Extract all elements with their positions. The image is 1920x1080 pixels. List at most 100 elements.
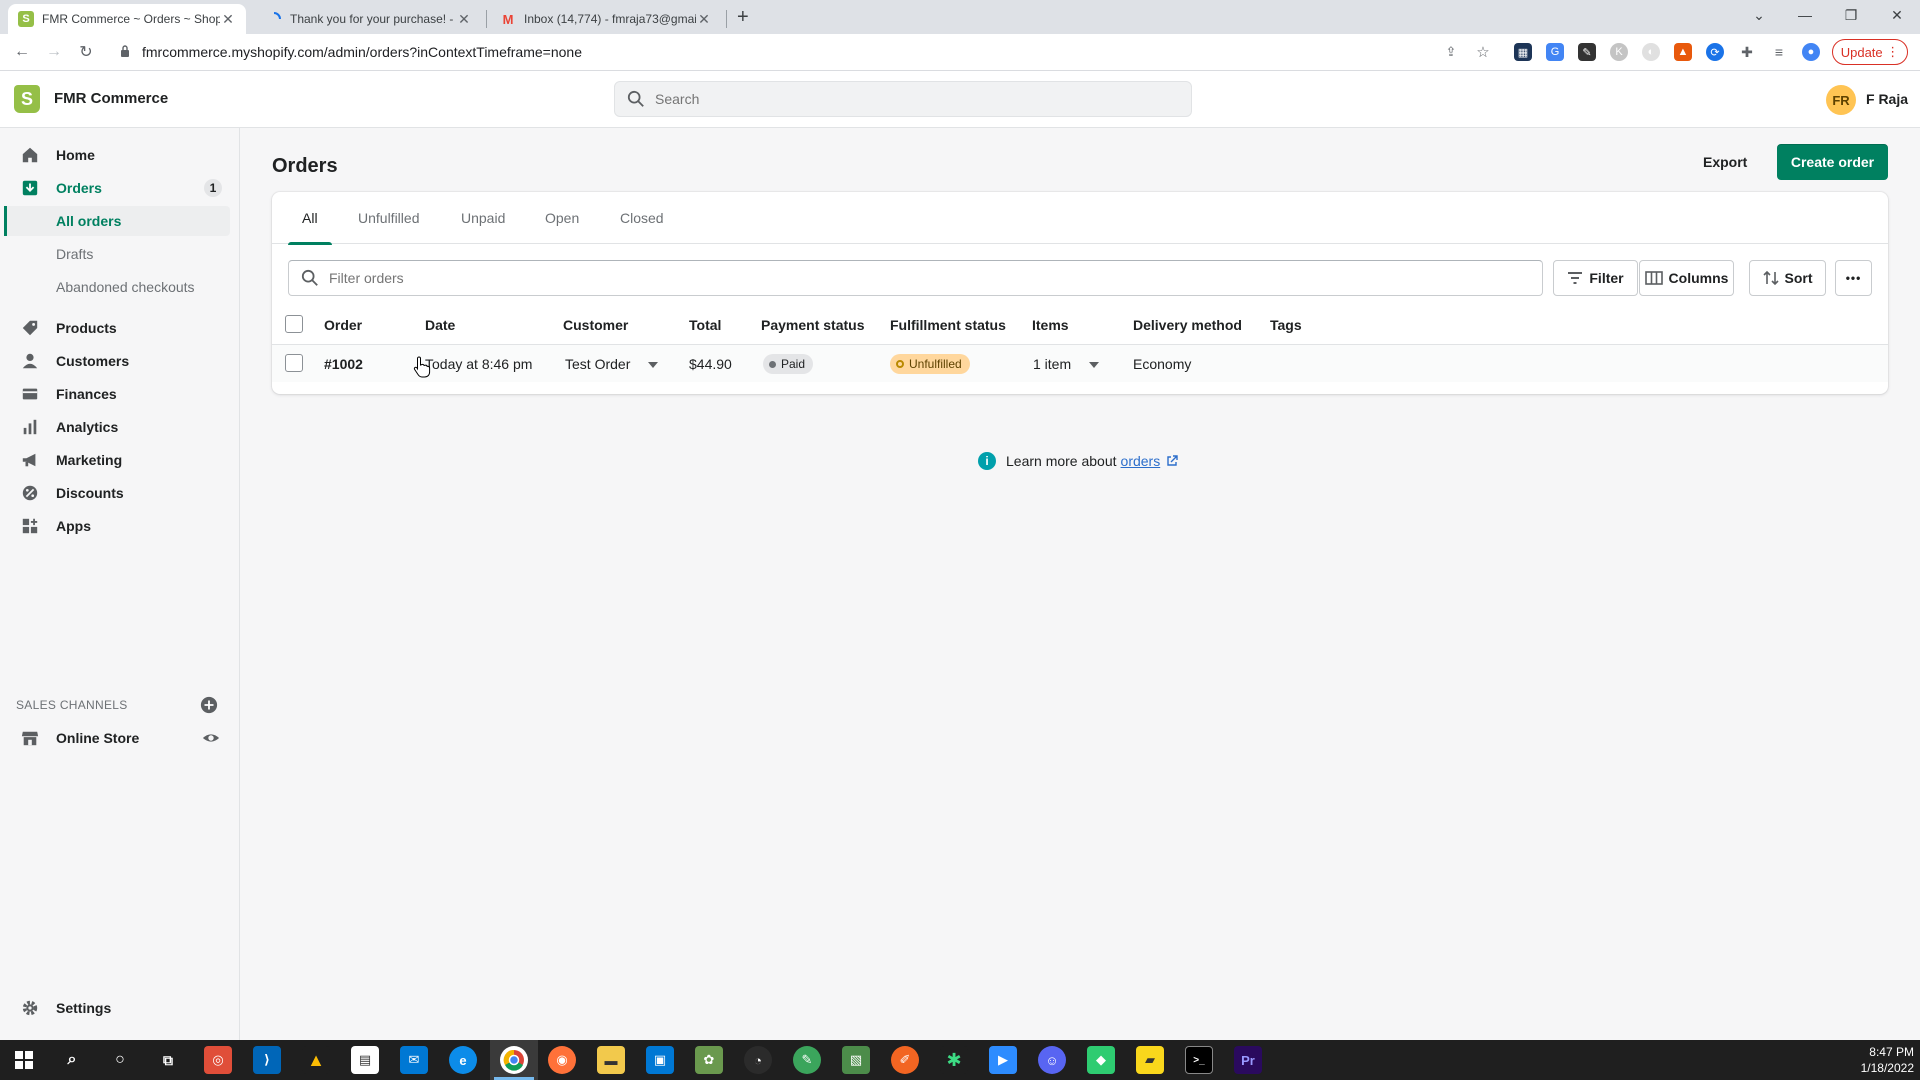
extension-icon[interactable]: ▲ <box>1674 43 1692 61</box>
reading-list-icon[interactable]: ≡ <box>1770 43 1788 61</box>
column-header-customer[interactable]: Customer <box>563 317 628 333</box>
file-explorer-icon[interactable]: ▬ <box>597 1046 625 1074</box>
sticky-notes-icon[interactable]: ▰ <box>1136 1046 1164 1074</box>
sidebar-item-orders[interactable]: Orders 1 <box>12 173 230 203</box>
reload-icon[interactable]: ↻ <box>74 40 98 64</box>
app-icon[interactable]: ◔ <box>744 1046 772 1074</box>
back-arrow-icon[interactable]: ← <box>10 40 34 64</box>
sidebar-subitem-all-orders[interactable]: All orders <box>4 206 230 236</box>
sidebar-item-home[interactable]: Home <box>12 140 230 170</box>
app-icon[interactable]: ✱ <box>940 1046 968 1074</box>
search-icon[interactable]: ⌕ <box>58 1046 86 1074</box>
zoom-icon[interactable]: ▶ <box>989 1046 1017 1074</box>
column-header-items[interactable]: Items <box>1032 317 1069 333</box>
sidebar-item-analytics[interactable]: Analytics <box>12 412 230 442</box>
notepad-icon[interactable]: ▤ <box>351 1046 379 1074</box>
extension-icon[interactable]: ✎ <box>1578 43 1596 61</box>
column-header-tags[interactable]: Tags <box>1270 317 1302 333</box>
mail-icon[interactable]: ✉ <box>400 1046 428 1074</box>
task-view-icon[interactable]: ⧉ <box>154 1046 182 1074</box>
sidebar-item-marketing[interactable]: Marketing <box>12 445 230 475</box>
more-actions-button[interactable]: ••• <box>1835 260 1872 296</box>
eye-icon[interactable] <box>202 729 220 750</box>
app-icon[interactable]: ◎ <box>204 1046 232 1074</box>
items-count[interactable]: 1 item <box>1033 356 1100 372</box>
close-window-icon[interactable]: ✕ <box>1874 0 1920 30</box>
system-clock[interactable]: 8:47 PM 1/18/2022 <box>1852 1044 1914 1076</box>
browser-tab-thank-you[interactable]: Thank you for your purchase! - F ✕ <box>256 4 482 34</box>
tab-unpaid[interactable]: Unpaid <box>461 192 505 244</box>
row-checkbox[interactable] <box>285 354 303 372</box>
sidebar-item-products[interactable]: Products <box>12 313 230 343</box>
export-button[interactable]: Export <box>1689 144 1761 180</box>
create-order-button[interactable]: Create order <box>1777 144 1888 180</box>
sidebar-item-settings[interactable]: Settings <box>12 993 230 1023</box>
select-all-checkbox[interactable] <box>285 315 303 333</box>
browser-tab-shopify[interactable]: S FMR Commerce ~ Orders ~ Shop ✕ <box>8 4 246 34</box>
discord-icon[interactable]: ☺ <box>1038 1046 1066 1074</box>
sidebar-item-online-store[interactable]: Online Store <box>12 723 230 753</box>
shopify-logo-icon[interactable]: S <box>14 85 40 113</box>
extension-icon[interactable]: ⟳ <box>1706 43 1724 61</box>
forward-arrow-icon[interactable]: → <box>42 40 66 64</box>
orders-help-link[interactable]: orders <box>1121 453 1161 469</box>
sidebar-item-discounts[interactable]: Discounts <box>12 478 230 508</box>
translate-icon[interactable]: G <box>1546 43 1564 61</box>
sidebar-item-apps[interactable]: Apps <box>12 511 230 541</box>
chevron-down-icon[interactable] <box>1089 362 1100 369</box>
update-button[interactable]: Update ⋮ <box>1832 39 1908 65</box>
table-row[interactable]: #1002 Today at 8:46 pm Test Order $44.90… <box>272 344 1888 382</box>
firefox-icon[interactable]: ◉ <box>548 1046 576 1074</box>
store-name[interactable]: FMR Commerce <box>54 90 168 107</box>
order-number[interactable]: #1002 <box>324 356 363 372</box>
column-header-delivery-method[interactable]: Delivery method <box>1133 317 1242 333</box>
app-icon[interactable]: ✎ <box>793 1046 821 1074</box>
column-header-fulfillment-status[interactable]: Fulfillment status <box>890 317 1006 333</box>
restore-icon[interactable]: ❐ <box>1828 0 1874 30</box>
terminal-icon[interactable]: >_ <box>1185 1046 1213 1074</box>
browser-tab-gmail[interactable]: M Inbox (14,774) - fmraja73@gmail ✕ <box>490 4 722 34</box>
app-icon[interactable]: ◆ <box>1087 1046 1115 1074</box>
user-name[interactable]: F Raja <box>1866 91 1908 107</box>
global-search[interactable] <box>614 81 1192 117</box>
close-tab-icon[interactable]: ✕ <box>456 11 472 28</box>
filter-button[interactable]: Filter <box>1553 260 1638 296</box>
extension-icon[interactable]: K <box>1610 43 1628 61</box>
tab-open[interactable]: Open <box>545 192 579 244</box>
share-icon[interactable]: ⇪ <box>1442 43 1460 61</box>
close-tab-icon[interactable]: ✕ <box>696 11 712 28</box>
premiere-pro-icon[interactable]: Pr <box>1234 1046 1262 1074</box>
column-header-total[interactable]: Total <box>689 317 721 333</box>
vscode-icon[interactable]: ⟩ <box>253 1046 281 1074</box>
extension-icon[interactable]: ◐ <box>1642 43 1660 61</box>
column-header-order[interactable]: Order <box>324 317 362 333</box>
add-sales-channel-icon[interactable] <box>200 696 218 714</box>
app-icon[interactable]: ✐ <box>891 1046 919 1074</box>
sidebar-subitem-drafts[interactable]: Drafts <box>4 239 230 269</box>
store-icon[interactable]: ▣ <box>646 1046 674 1074</box>
tab-search-icon[interactable]: ⌄ <box>1736 0 1782 30</box>
windows-start-icon[interactable] <box>10 1046 38 1074</box>
sidebar-item-finances[interactable]: Finances <box>12 379 230 409</box>
column-header-date[interactable]: Date <box>425 317 455 333</box>
sort-button[interactable]: Sort <box>1749 260 1826 296</box>
sidebar-subitem-abandoned-checkouts[interactable]: Abandoned checkouts <box>4 272 230 302</box>
profile-icon[interactable]: ● <box>1802 43 1820 61</box>
sidebar-item-customers[interactable]: Customers <box>12 346 230 376</box>
chevron-down-icon[interactable] <box>648 362 659 369</box>
edge-icon[interactable]: e <box>449 1046 477 1074</box>
puzzle-extensions-icon[interactable]: ✚ <box>1738 43 1756 61</box>
avatar[interactable]: FR <box>1826 85 1856 115</box>
minimize-icon[interactable]: — <box>1782 0 1828 30</box>
google-drive-icon[interactable]: ▲ <box>302 1046 330 1074</box>
column-header-payment-status[interactable]: Payment status <box>761 317 864 333</box>
global-search-input[interactable] <box>655 91 1155 107</box>
filter-orders[interactable] <box>288 260 1543 296</box>
cortana-icon[interactable]: ○ <box>106 1046 134 1074</box>
tab-all[interactable]: All <box>288 192 331 245</box>
columns-button[interactable]: Columns <box>1639 260 1734 296</box>
address-bar[interactable]: fmrcommerce.myshopify.com/admin/orders?i… <box>142 44 582 60</box>
filter-orders-input[interactable] <box>329 270 1509 286</box>
close-tab-icon[interactable]: ✕ <box>220 11 236 28</box>
chrome-icon[interactable] <box>500 1046 528 1074</box>
